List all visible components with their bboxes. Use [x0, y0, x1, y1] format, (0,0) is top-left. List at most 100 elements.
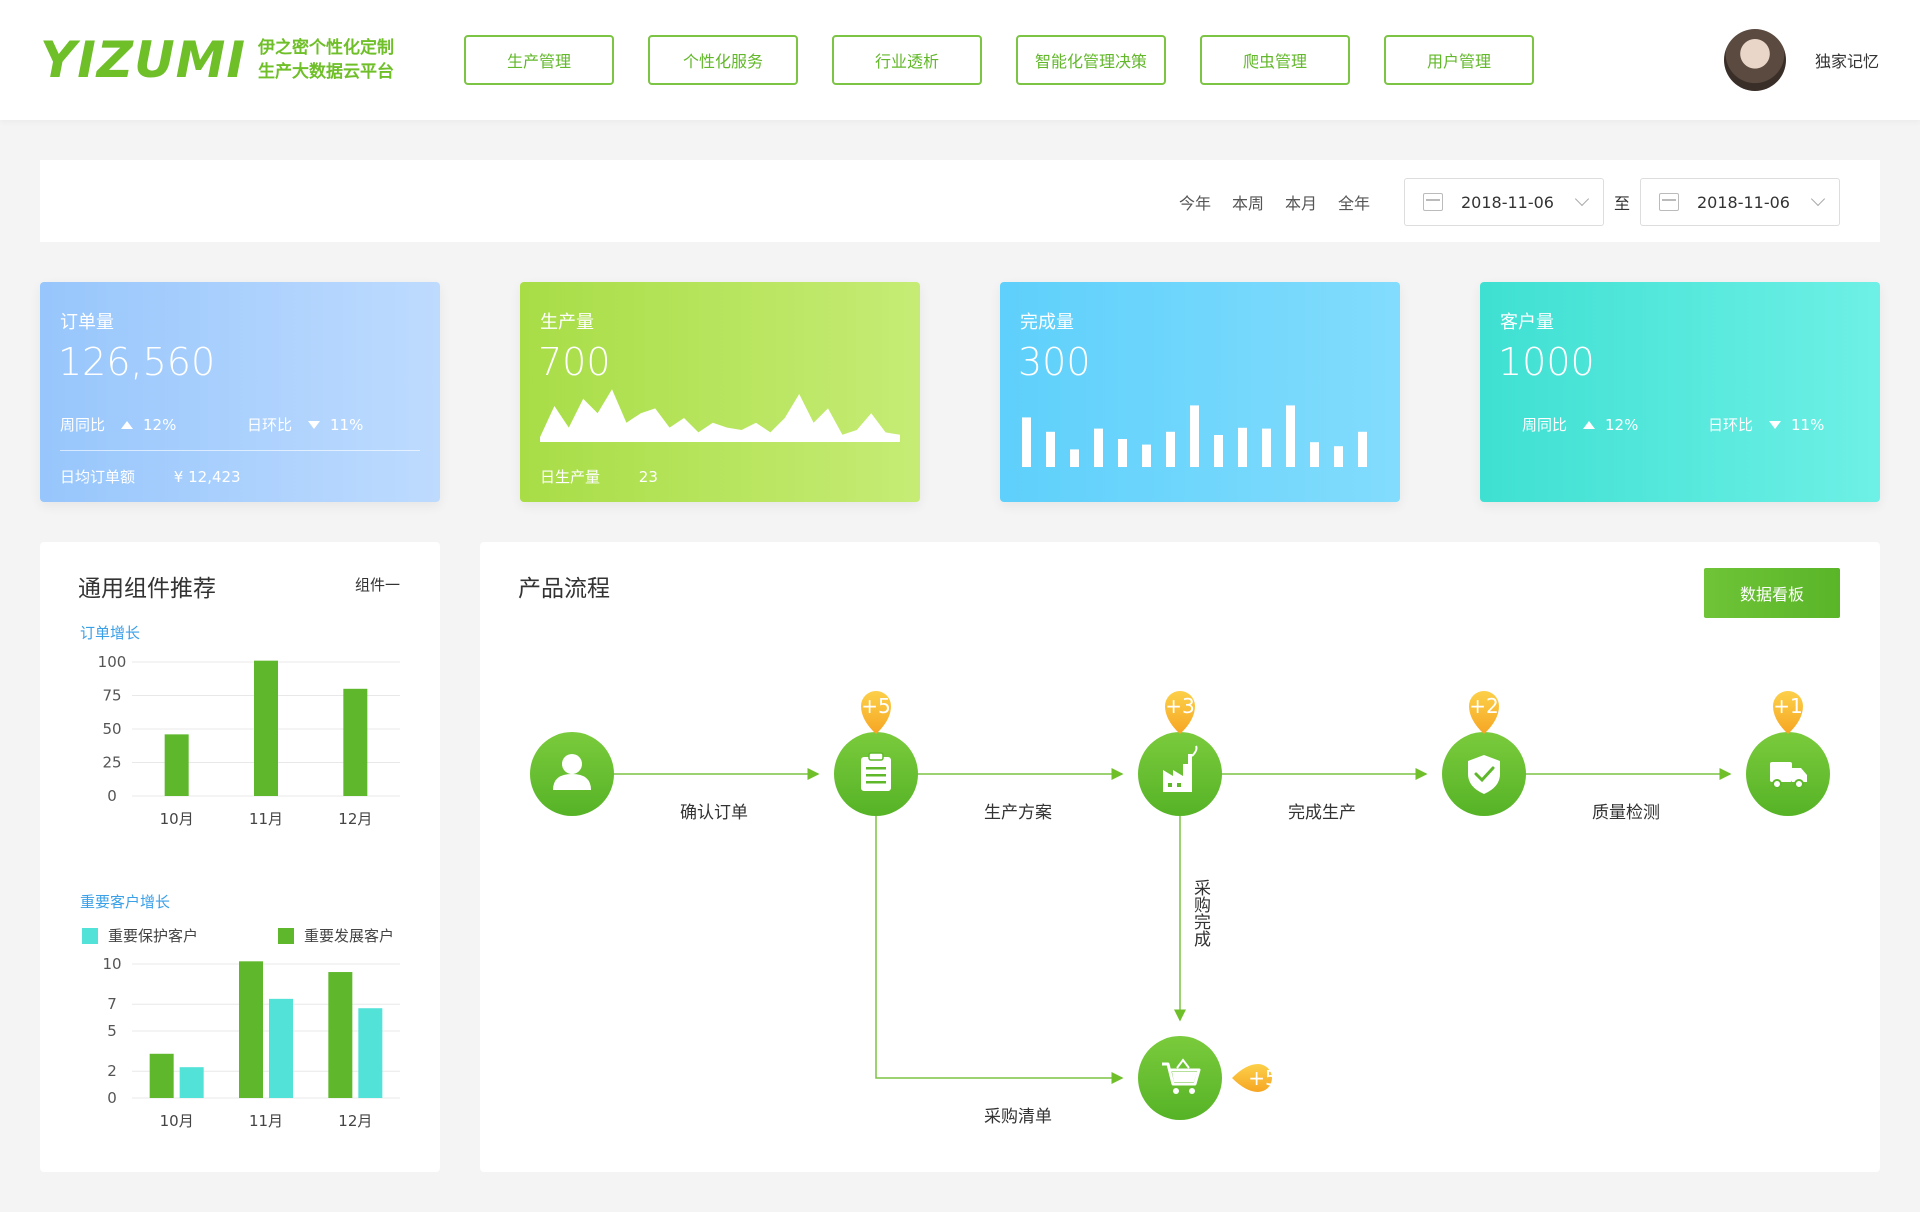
card-value: 1000 [1498, 340, 1595, 384]
step-label: 确认订单 [680, 803, 748, 823]
branch-label: 采购清单 [984, 1107, 1052, 1127]
nav-smart-decision[interactable]: 智能化管理决策 [1016, 35, 1166, 85]
nav-crawler[interactable]: 爬虫管理 [1200, 35, 1350, 85]
node-truck[interactable] [1746, 732, 1830, 816]
legend-swatch [82, 927, 98, 944]
area-series [540, 389, 900, 442]
range-this-month[interactable]: 本月 [1285, 190, 1317, 214]
range-this-week[interactable]: 本周 [1232, 190, 1264, 214]
card-production[interactable]: 生产量 700 日生产量 23 [520, 282, 920, 502]
card-completed[interactable]: 完成量 300 [1000, 282, 1400, 502]
bar [1046, 431, 1055, 467]
bar [1022, 417, 1031, 467]
logo-wordmark: YIZUMI [40, 31, 247, 89]
day-compare: 日环比 11% [1708, 414, 1824, 435]
card-orders[interactable]: 订单量 126,560 周同比 12% 日环比 11% 日均订单额 ¥ 12,4… [40, 282, 440, 502]
x-tick-label: 10月 [160, 810, 194, 828]
arrow-up-icon [121, 420, 134, 429]
avatar[interactable] [1724, 29, 1786, 91]
range-this-year[interactable]: 今年 [1179, 190, 1211, 214]
date-to-value: 2018-11-06 [1697, 192, 1790, 212]
chart1-title: 订单增长 [80, 624, 141, 642]
y-tick-label: 75 [102, 687, 121, 705]
bar [1262, 428, 1271, 467]
date-from-value: 2018-11-06 [1461, 192, 1554, 212]
day-compare-value: 11% [330, 415, 364, 434]
card-value: 126,560 [58, 340, 216, 384]
node-shield[interactable] [1442, 732, 1526, 816]
bar [1166, 431, 1175, 467]
arrow-up-icon [1583, 420, 1596, 429]
nav-users[interactable]: 用户管理 [1384, 35, 1534, 85]
bar[interactable] [328, 972, 353, 1098]
bar[interactable] [269, 998, 293, 1098]
footer-value: 23 [638, 468, 658, 486]
x-tick-label: 10月 [160, 1112, 194, 1130]
bar [1094, 428, 1103, 467]
branch-down-label: 采购完成 [1190, 879, 1211, 947]
card-label: 完成量 [1020, 312, 1074, 333]
y-tick-label: 25 [102, 754, 121, 772]
bar [1190, 405, 1199, 467]
svg-text:+1: +1 [1773, 694, 1802, 718]
date-separator: 至 [1614, 194, 1631, 213]
bar[interactable] [179, 1067, 204, 1098]
x-tick-label: 11月 [249, 1112, 283, 1130]
component-selector[interactable]: 组件一 [355, 574, 400, 595]
bar[interactable] [343, 688, 368, 796]
date-from-picker[interactable]: 2018-11-06 [1404, 178, 1604, 226]
username[interactable]: 独家记忆 [1815, 48, 1879, 72]
legend-swatch [278, 927, 294, 944]
node-order[interactable] [834, 732, 918, 816]
range-full-year[interactable]: 全年 [1338, 190, 1370, 214]
bar[interactable] [358, 1008, 383, 1098]
y-tick-label: 50 [102, 720, 121, 738]
calendar-icon [1423, 193, 1443, 211]
bar [1310, 442, 1319, 467]
nav-industry-analysis[interactable]: 行业透析 [832, 35, 982, 85]
card-customers[interactable]: 客户量 1000 周同比 12% 日环比 11% [1480, 282, 1880, 502]
brand-logo[interactable]: YIZUMI 伊之密个性化定制 生产大数据云平台 [40, 31, 394, 89]
date-to-picker[interactable]: 2018-11-06 [1640, 178, 1840, 226]
x-tick-label: 11月 [249, 810, 283, 828]
main-nav: 生产管理 个性化服务 行业透析 智能化管理决策 爬虫管理 用户管理 [464, 35, 1568, 85]
node-user[interactable] [530, 732, 614, 816]
components-panel: 通用组件推荐 组件一 订单增长 0 25 50 75 100 10月 11月 12月 重要客户… [40, 542, 440, 1172]
week-compare: 周同比 12% [1522, 414, 1638, 435]
bar [1214, 435, 1223, 467]
card-label: 订单量 [60, 312, 114, 333]
calendar-icon [1659, 193, 1679, 211]
bar [1358, 431, 1367, 467]
bar[interactable] [254, 660, 278, 796]
card-footer: 日生产量 23 [540, 466, 658, 487]
node-factory[interactable] [1138, 732, 1222, 816]
date-filter-bar: 今年 本周 本月 全年 2018-11-06 至 2018-11-06 [40, 160, 1880, 242]
nav-production[interactable]: 生产管理 [464, 35, 614, 85]
day-compare: 日环比 11% [247, 414, 363, 435]
card-value: 700 [538, 340, 611, 384]
legend-label: 重要发展客户 [304, 927, 395, 945]
legend-item[interactable]: 重要保护客户 [82, 925, 198, 946]
panel-title: 通用组件推荐 [78, 576, 216, 602]
bar [1142, 444, 1151, 467]
y-tick-label: 5 [107, 1022, 117, 1040]
completed-bar-chart [1022, 405, 1367, 467]
week-compare-label: 周同比 [1522, 416, 1568, 434]
count-badge: +1 [1773, 691, 1803, 734]
legend-item[interactable]: 重要发展客户 [278, 925, 394, 946]
bar [1334, 446, 1343, 467]
bar[interactable] [149, 1053, 174, 1098]
node-cart[interactable] [1138, 1036, 1222, 1120]
week-compare-value: 12% [143, 415, 177, 434]
divider [60, 450, 420, 451]
nav-personalized-service[interactable]: 个性化服务 [648, 35, 798, 85]
y-tick-label: 2 [107, 1062, 117, 1080]
count-badge: +5 [1232, 1064, 1278, 1092]
bar [1286, 405, 1295, 467]
bar[interactable] [239, 961, 263, 1098]
footer-label: 日生产量 [540, 468, 601, 486]
week-compare-label: 周同比 [60, 416, 106, 434]
y-tick-label: 10 [102, 955, 121, 973]
key-customer-chart: 0 2 5 7 10 10月 11月 12月 [102, 955, 400, 1130]
bar[interactable] [164, 734, 189, 796]
